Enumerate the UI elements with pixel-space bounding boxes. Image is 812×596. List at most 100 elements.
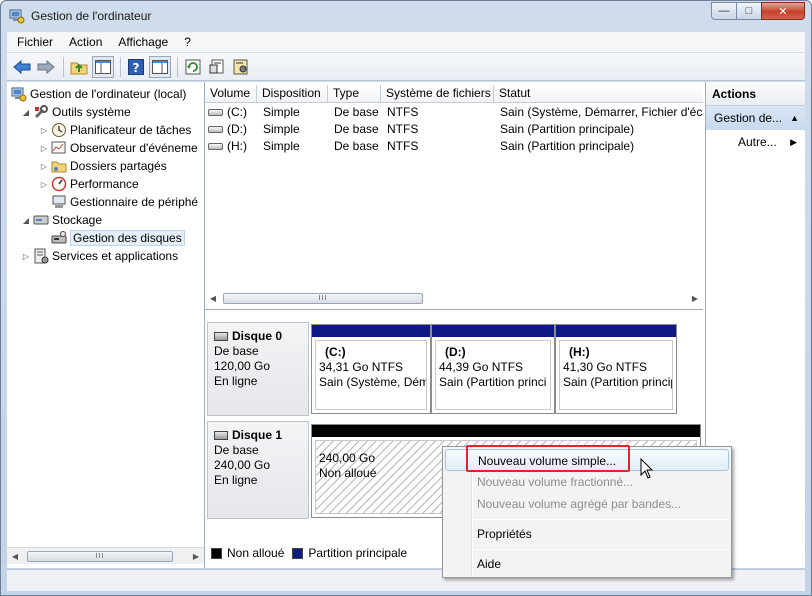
up-level-button[interactable] (68, 56, 90, 78)
expanded-icon[interactable]: ◢ (21, 108, 31, 117)
collapsed-icon[interactable]: ▷ (39, 162, 49, 171)
tree-item-system-tools[interactable]: ◢ Outils système (21, 103, 131, 121)
menu-action[interactable]: Action (63, 35, 108, 49)
show-hide-action-pane-button[interactable] (149, 55, 171, 78)
back-button[interactable] (11, 56, 33, 78)
tree-item-performance[interactable]: ▷ Performance (39, 175, 139, 193)
tree-item-services-applications[interactable]: ▷ Services et applications (21, 247, 178, 265)
legend-swatch-unallocated (211, 547, 222, 559)
partition-h[interactable]: (H:) 41,30 Go NTFS Sain (Partition princ… (555, 324, 677, 414)
actions-more[interactable]: Autre... ▶ (706, 130, 805, 154)
menu-item-properties[interactable]: Propriétés (477, 523, 532, 545)
disk-name: Disque 0 (232, 329, 283, 343)
scroll-left-icon[interactable]: ◀ (7, 552, 23, 561)
volume-type: De base (334, 122, 379, 136)
collapsed-icon[interactable]: ▷ (39, 126, 49, 135)
disk-0-label[interactable]: Disque 0 De base 120,00 Go En ligne (207, 322, 309, 416)
column-header-filesystem[interactable]: Système de fichiers (381, 85, 494, 103)
maximize-button[interactable]: □ (736, 2, 762, 20)
drive-icon (208, 109, 223, 117)
table-row[interactable]: (D:) Simple De base NTFS Sain (Partition… (205, 121, 703, 138)
help-icon: ? (128, 58, 144, 75)
tree-item-device-manager[interactable]: Gestionnaire de périphé (51, 193, 198, 211)
partition-status: Sain (Système, Dém (319, 375, 427, 389)
tree-item-task-scheduler[interactable]: ▷ Planificateur de tâches (39, 121, 191, 139)
menu-help[interactable]: ? (178, 35, 197, 49)
annotation-highlight-box (466, 445, 630, 472)
drive-icon (208, 143, 223, 151)
table-row[interactable]: (C:) Simple De base NTFS Sain (Système, … (205, 104, 703, 121)
up-folder-icon (70, 62, 88, 74)
title-bar[interactable]: Gestion de l'ordinateur — □ ✕ (1, 1, 811, 31)
volume-filesystem: NTFS (387, 105, 419, 119)
menu-item-help[interactable]: Aide (477, 553, 501, 575)
partition-bar (312, 325, 430, 337)
expanded-icon[interactable]: ◢ (21, 216, 31, 225)
column-header-status[interactable]: Statut (494, 85, 703, 103)
settings-button[interactable] (230, 56, 252, 78)
scroll-left-icon[interactable]: ◀ (205, 294, 221, 303)
collapsed-icon[interactable]: ▷ (39, 180, 49, 189)
partition-c[interactable]: (C:) 34,31 Go NTFS Sain (Système, Dém (311, 324, 431, 414)
toolbar-separator (63, 56, 64, 77)
tree-item-storage[interactable]: ◢ Stockage (21, 211, 102, 229)
show-hide-tree-button[interactable] (92, 55, 114, 78)
computer-management-icon (9, 9, 25, 24)
partition-d[interactable]: (D:) 44,39 Go NTFS Sain (Partition princ… (431, 324, 555, 414)
volume-name: (C:) (227, 105, 247, 119)
disk-1-label[interactable]: Disque 1 De base 240,00 Go En ligne (207, 421, 309, 519)
column-header-type[interactable]: Type (328, 85, 381, 103)
tree-horizontal-scrollbar[interactable]: ◀ III ▶ (7, 547, 204, 564)
partition-size: 41,30 Go NTFS (563, 360, 648, 374)
disk-name: Disque 1 (232, 428, 283, 442)
toolbar: ? (7, 53, 805, 81)
menu-separator (473, 549, 729, 550)
menu-item-new-striped-volume[interactable]: Nouveau volume agrégé par bandes... (477, 493, 681, 515)
partition-label: (C:) (325, 345, 346, 359)
collapsed-icon[interactable]: ▷ (21, 252, 31, 261)
menu-fichier[interactable]: Fichier (11, 35, 59, 49)
tree-item-disk-management[interactable]: Gestion des disques (51, 229, 185, 247)
tree-item-shared-folders[interactable]: ▷ Dossiers partagés (39, 157, 167, 175)
tree-item-label: Services et applications (52, 249, 179, 263)
tree-item-root[interactable]: Gestion de l'ordinateur (local) (11, 85, 186, 103)
menu-item-new-spanned-volume[interactable]: Nouveau volume fractionné... (477, 471, 633, 493)
drive-icon (208, 126, 223, 134)
scroll-right-icon[interactable]: ▶ (188, 552, 204, 561)
column-header-volume[interactable]: Volume (205, 85, 257, 103)
minimize-button[interactable]: — (711, 2, 737, 20)
toolbar-separator (177, 56, 178, 77)
forward-button[interactable] (35, 56, 57, 78)
close-button[interactable]: ✕ (761, 2, 805, 20)
refresh-button[interactable] (182, 56, 204, 78)
tools-icon (34, 105, 48, 119)
properties-button[interactable] (206, 56, 228, 78)
table-row[interactable]: (H:) Simple De base NTFS Sain (Partition… (205, 138, 703, 155)
clock-icon (52, 123, 66, 137)
help-button[interactable]: ? (125, 56, 147, 78)
partition-size: 34,31 Go NTFS (319, 360, 404, 374)
menu-affichage[interactable]: Affichage (112, 35, 174, 49)
volume-list-horizontal-scrollbar[interactable]: ◀ III ▶ (205, 290, 703, 307)
collapsed-icon[interactable]: ▷ (39, 144, 49, 153)
back-arrow-icon (13, 59, 31, 74)
services-icon (34, 248, 49, 264)
scrollbar-thumb[interactable]: III (223, 293, 423, 304)
refresh-icon (185, 59, 201, 74)
volume-status: Sain (Partition principale) (500, 139, 635, 153)
tree-item-event-viewer[interactable]: ▷ Observateur d'événeme (39, 139, 198, 157)
scroll-right-icon[interactable]: ▶ (687, 294, 703, 303)
show-hide-tree-icon (95, 59, 111, 74)
console-tree: Gestion de l'ordinateur (local) ◢ Outils… (7, 82, 205, 568)
column-header-layout[interactable]: Disposition (257, 85, 328, 103)
partition-bar (432, 325, 554, 337)
actions-section-disk-management[interactable]: Gestion de... ▲ (706, 106, 805, 130)
device-manager-icon (52, 195, 66, 208)
tree-item-label: Observateur d'événeme (70, 141, 198, 155)
collapse-icon[interactable]: ▲ (790, 106, 799, 130)
window-title: Gestion de l'ordinateur (31, 9, 152, 23)
mouse-pointer-icon (640, 458, 654, 479)
scrollbar-thumb[interactable]: III (27, 551, 173, 562)
disk-state: En ligne (214, 374, 258, 388)
menu-bar: Fichier Action Affichage ? (7, 32, 805, 52)
